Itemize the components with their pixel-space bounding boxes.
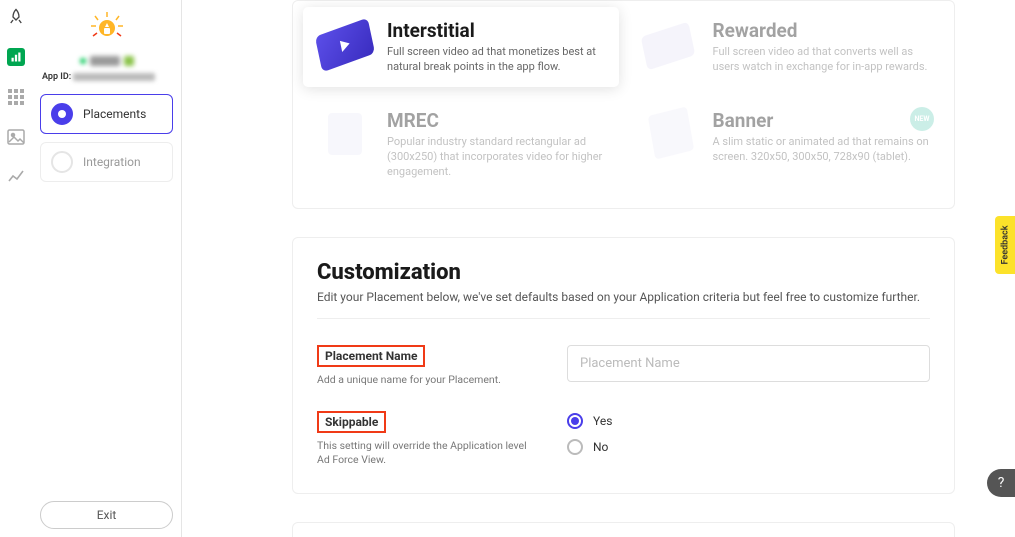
app-header: App ID: <box>32 0 181 84</box>
radio-label: No <box>593 440 608 454</box>
interstitial-illustration-icon <box>317 19 373 75</box>
exit-button[interactable]: Exit <box>40 501 173 529</box>
placement-name-help: Add a unique name for your Placement. <box>317 373 537 387</box>
radio-unselected-icon <box>567 439 583 455</box>
skippable-help: This setting will override the Applicati… <box>317 439 537 467</box>
skippable-row: Skippable This setting will override the… <box>317 411 930 467</box>
format-title: Rewarded <box>713 19 931 42</box>
app-id-label: App ID: <box>42 72 71 82</box>
placement-name-row: Placement Name Add a unique name for you… <box>317 345 930 387</box>
feedback-tab[interactable]: Feedback <box>995 216 1015 274</box>
format-desc: A slim static or animated ad that remain… <box>713 135 931 165</box>
rewarded-illustration-icon <box>643 19 699 75</box>
customization-title: Customization <box>317 260 930 285</box>
skippable-yes-radio[interactable]: Yes <box>567 413 930 429</box>
sidebar-item-label: Placements <box>83 107 146 121</box>
app-id-redacted <box>73 73 155 81</box>
sidebar-item-label: Integration <box>83 155 141 169</box>
help-icon: ? <box>998 475 1005 491</box>
status-dot-icon <box>80 58 86 64</box>
chart-icon[interactable] <box>7 48 25 66</box>
format-card-banner[interactable]: NEW Banner A slim static or animated ad … <box>629 97 945 192</box>
sidebar-item-placements[interactable]: Placements <box>40 94 173 134</box>
rocket-icon[interactable] <box>7 8 25 26</box>
monetization-title: Monetization <box>293 523 954 537</box>
divider <box>317 318 930 319</box>
app-name-row <box>42 56 171 66</box>
skippable-radio-group: Yes No <box>567 411 930 455</box>
placement-name-input[interactable] <box>567 345 930 382</box>
format-desc: Full screen video ad that converts well … <box>713 45 931 75</box>
radio-active-icon <box>51 103 73 125</box>
nav-items: Placements Integration <box>32 84 181 200</box>
image-icon[interactable] <box>7 128 25 146</box>
ad-format-section: Interstitial Full screen video ad that m… <box>292 0 955 209</box>
monetization-section: Monetization <box>292 522 955 537</box>
feedback-label: Feedback <box>1000 226 1010 265</box>
mrec-illustration-icon <box>317 109 373 165</box>
trend-icon[interactable] <box>7 168 25 186</box>
format-desc: Popular industry standard rectangular ad… <box>387 135 605 180</box>
format-card-rewarded[interactable]: Rewarded Full screen video ad that conve… <box>629 7 945 87</box>
sidebar: App ID: Placements Integration Exit <box>32 0 182 537</box>
app-name-redacted <box>90 56 120 66</box>
format-title: Banner <box>713 109 931 132</box>
skippable-label: Skippable <box>317 411 386 433</box>
format-card-interstitial[interactable]: Interstitial Full screen video ad that m… <box>303 7 619 87</box>
format-title: MREC <box>387 109 605 132</box>
customization-section: Customization Edit your Placement below,… <box>292 237 955 495</box>
radio-inactive-icon <box>51 151 73 173</box>
sidebar-item-integration[interactable]: Integration <box>40 142 173 182</box>
platform-icon <box>124 56 134 66</box>
radio-selected-icon <box>567 413 583 429</box>
new-badge-icon: NEW <box>910 107 934 131</box>
customization-subtitle: Edit your Placement below, we've set def… <box>317 290 930 304</box>
grid-icon[interactable] <box>7 88 25 106</box>
format-title: Interstitial <box>387 19 605 42</box>
help-button[interactable]: ? <box>987 469 1015 497</box>
radio-label: Yes <box>593 414 612 428</box>
banner-illustration-icon <box>643 109 699 165</box>
icon-rail <box>0 0 32 537</box>
app-id: App ID: <box>42 70 171 84</box>
app-logo <box>85 8 129 52</box>
main-content: Interstitial Full screen video ad that m… <box>182 0 1015 537</box>
skippable-no-radio[interactable]: No <box>567 439 930 455</box>
format-desc: Full screen video ad that monetizes best… <box>387 45 605 75</box>
format-card-mrec[interactable]: MREC Popular industry standard rectangul… <box>303 97 619 192</box>
placement-name-label: Placement Name <box>317 345 425 367</box>
